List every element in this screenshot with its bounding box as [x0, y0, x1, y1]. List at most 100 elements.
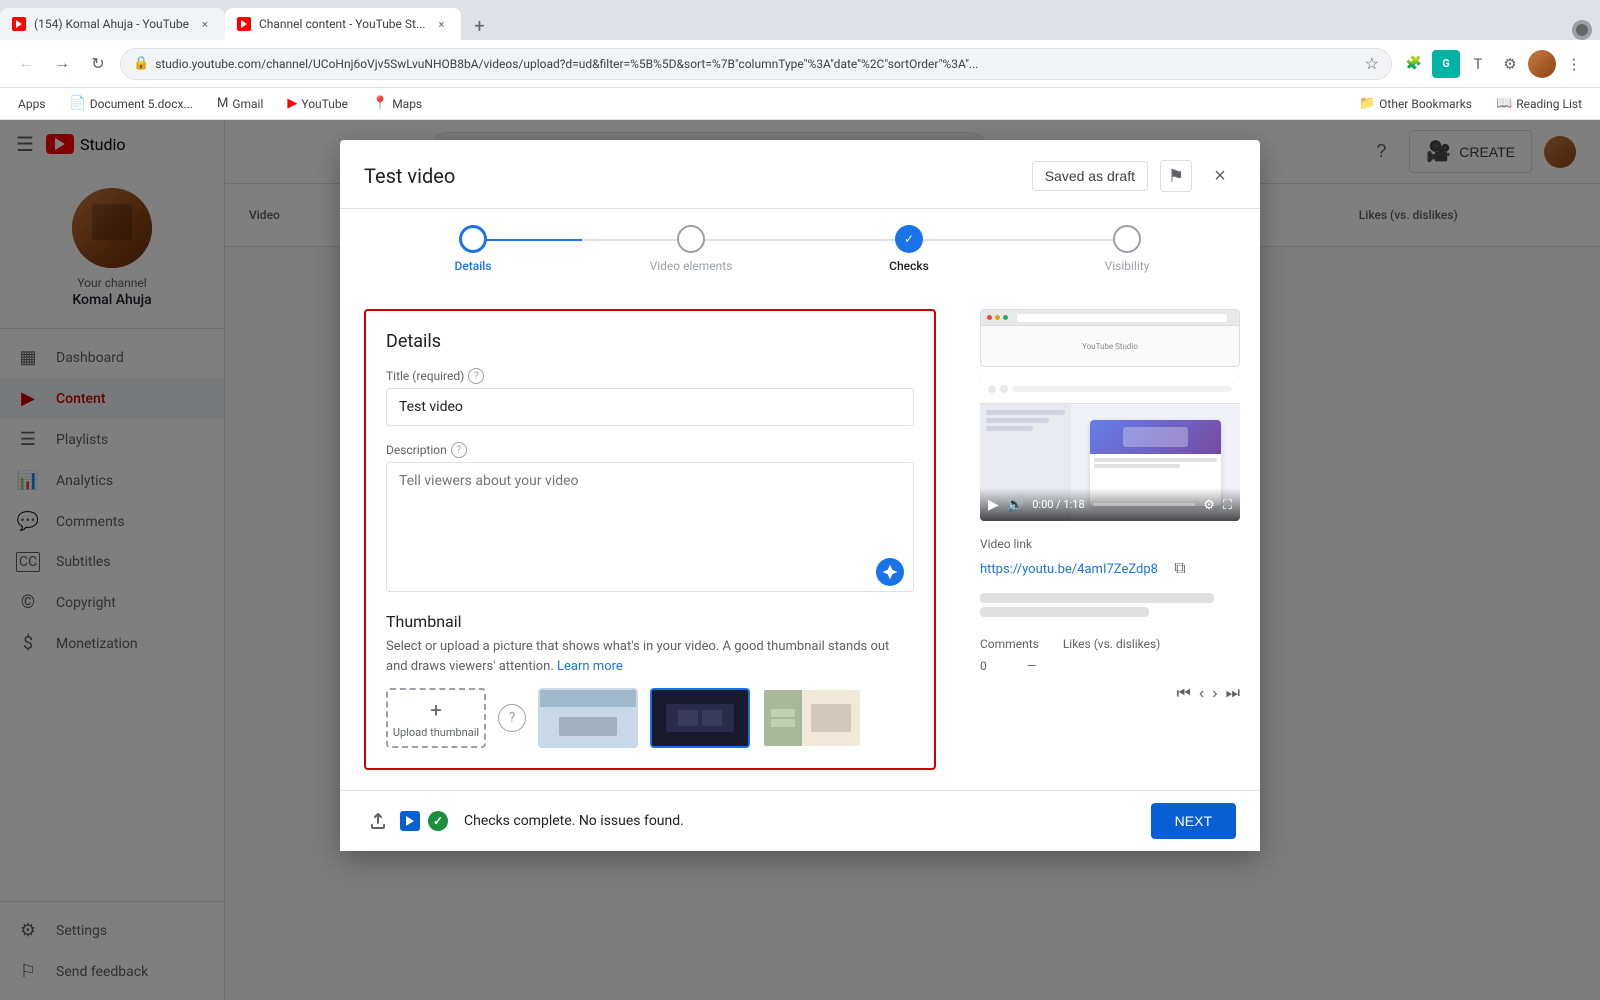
- step-label-checks: Checks: [889, 259, 929, 273]
- pagination-first[interactable]: ⏮: [1177, 685, 1191, 703]
- toolbar-icons: 🧩 G T ⚙ ⋮: [1400, 50, 1588, 78]
- description-textarea[interactable]: [386, 462, 914, 592]
- description-wrapper: [386, 462, 914, 596]
- description-label: Description: [386, 443, 447, 457]
- modal-body: Details Title (required) ? Description: [340, 289, 1260, 790]
- step-label-details: Details: [454, 259, 491, 273]
- blurred-bar-1: [980, 593, 1214, 603]
- video-time: 0:00 / 1:18: [1032, 498, 1084, 511]
- video-link-row: https://youtu.be/4amI7ZeZdp8 ⧉: [980, 555, 1240, 583]
- flag-button[interactable]: ⚑: [1160, 160, 1192, 192]
- description-help-icon[interactable]: ?: [451, 442, 467, 458]
- copy-url-button[interactable]: ⧉: [1166, 555, 1194, 583]
- apps-label: Apps: [18, 97, 46, 111]
- volume-button[interactable]: 🔊: [1007, 496, 1024, 513]
- bookmark-gmail[interactable]: M Gmail: [211, 94, 269, 113]
- reading-list[interactable]: 📖 Reading List: [1490, 94, 1588, 113]
- step-circle-video-elements: [677, 225, 705, 253]
- user-avatar-browser[interactable]: [1528, 50, 1556, 78]
- studio-status-icon: [400, 811, 420, 831]
- right-col-comments: Comments: [980, 637, 1039, 651]
- upload-icon: +: [430, 698, 441, 722]
- browser-tab-1[interactable]: (154) Komal Ahuja - YouTube ×: [0, 8, 225, 40]
- check-status-icon: ✓: [428, 811, 448, 831]
- tab-2-close[interactable]: ×: [433, 16, 449, 32]
- fullscreen-button[interactable]: ⛶: [1223, 497, 1232, 513]
- thumbnail-title: Thumbnail: [386, 612, 914, 631]
- likes-dash: —: [1027, 659, 1036, 673]
- video-settings-button[interactable]: ⚙: [1203, 497, 1215, 513]
- settings-icon[interactable]: ⚙: [1496, 50, 1524, 78]
- pagination-prev[interactable]: ‹: [1199, 685, 1204, 703]
- title-input[interactable]: [386, 388, 914, 426]
- new-tab-button[interactable]: +: [465, 12, 493, 40]
- modal-header-right: Saved as draft ⚑ ×: [1032, 160, 1236, 192]
- step-checks[interactable]: ✓ Checks: [800, 225, 1018, 273]
- lock-icon: 🔒: [133, 56, 149, 71]
- bookmark-youtube[interactable]: ▶ YouTube: [281, 94, 354, 113]
- video-progress-bar[interactable]: [1093, 503, 1196, 506]
- bookmark-apps[interactable]: Apps: [12, 95, 52, 113]
- footer-status-text: Checks complete. No issues found.: [464, 813, 684, 829]
- upload-thumbnail-button[interactable]: + Upload thumbnail: [386, 688, 486, 748]
- pagination-last[interactable]: ⏭: [1226, 685, 1240, 703]
- title-help-icon[interactable]: ?: [468, 368, 484, 384]
- upload-label: Upload thumbnail: [393, 726, 479, 739]
- forward-button[interactable]: →: [48, 50, 76, 78]
- grammarly-icon[interactable]: G: [1432, 50, 1460, 78]
- thumbnail-preset-2[interactable]: [650, 688, 750, 748]
- step-circle-visibility: [1113, 225, 1141, 253]
- footer-status-icons: ✓ Checks complete. No issues found.: [364, 807, 684, 835]
- youtube-label: YouTube: [301, 97, 348, 111]
- step-visibility[interactable]: Visibility: [1018, 225, 1236, 273]
- extensions-icon[interactable]: 🧩: [1400, 50, 1428, 78]
- saved-as-draft-button[interactable]: Saved as draft: [1032, 161, 1148, 191]
- ai-assist-icon[interactable]: [876, 558, 904, 586]
- address-bar[interactable]: 🔒 studio.youtube.com/channel/UCoHnj6oVjv…: [120, 48, 1392, 80]
- maps-label: Maps: [392, 97, 422, 111]
- browser-tab-2[interactable]: Channel content - YouTube St... ×: [225, 8, 461, 40]
- modal-left: Details Title (required) ? Description: [340, 289, 960, 790]
- tab-1-title: (154) Komal Ahuja - YouTube: [34, 17, 189, 31]
- step-circle-checks: ✓: [895, 225, 923, 253]
- next-button[interactable]: NEXT: [1151, 803, 1236, 839]
- document-label: Document 5.docx...: [90, 97, 193, 111]
- thumbnail-preset-3[interactable]: [762, 688, 862, 748]
- nav-bar: ← → ↻ 🔒 studio.youtube.com/channel/UCoHn…: [0, 40, 1600, 88]
- bookmark-maps[interactable]: 📍 Maps: [366, 94, 428, 113]
- address-text: studio.youtube.com/channel/UCoHnj6oVjv5S…: [155, 57, 1358, 71]
- video-preview: YouTube Studio: [980, 309, 1240, 521]
- translate-icon[interactable]: T: [1464, 50, 1492, 78]
- tab-bar: (154) Komal Ahuja - YouTube × Channel co…: [0, 0, 1600, 40]
- details-section: Details Title (required) ? Description: [364, 309, 936, 770]
- upload-modal: Test video Saved as draft ⚑ × Details: [340, 140, 1260, 851]
- back-button[interactable]: ←: [12, 50, 40, 78]
- upload-status-icon: [364, 807, 392, 835]
- step-video-elements[interactable]: Video elements: [582, 225, 800, 273]
- video-controls: ▶ 🔊 0:00 / 1:18 ⚙ ⛶: [980, 488, 1240, 521]
- title-label: Title (required): [386, 369, 464, 383]
- blurred-bar-2: [980, 607, 1149, 617]
- star-icon[interactable]: ☆: [1365, 54, 1379, 73]
- stepper: Details Video elements ✓ Checks: [340, 209, 1260, 289]
- tab-1-close[interactable]: ×: [197, 16, 213, 32]
- other-bookmarks[interactable]: 📁 Other Bookmarks: [1353, 94, 1478, 113]
- pagination-next[interactable]: ›: [1212, 685, 1217, 703]
- step-details[interactable]: Details: [364, 225, 582, 273]
- gmail-label: Gmail: [232, 97, 263, 111]
- video-url-link[interactable]: https://youtu.be/4amI7ZeZdp8: [980, 562, 1158, 577]
- more-menu-icon[interactable]: ⋮: [1560, 50, 1588, 78]
- video-player[interactable]: ▶ 🔊 0:00 / 1:18 ⚙ ⛶: [980, 375, 1240, 521]
- modal-overlay[interactable]: Test video Saved as draft ⚑ × Details: [0, 120, 1600, 1000]
- modal-header: Test video Saved as draft ⚑ ×: [340, 140, 1260, 209]
- thumbnail-learn-more-link[interactable]: Learn more: [557, 659, 623, 674]
- play-button[interactable]: ▶: [988, 496, 999, 513]
- bookmark-document[interactable]: 📄 Document 5.docx...: [64, 94, 199, 113]
- refresh-button[interactable]: ↻: [84, 50, 112, 78]
- thumbnail-options: + Upload thumbnail ?: [386, 688, 914, 748]
- bookmarks-bar: Apps 📄 Document 5.docx... M Gmail ▶ YouT…: [0, 88, 1600, 120]
- thumbnail-help-icon[interactable]: ?: [498, 704, 526, 732]
- step-label-visibility: Visibility: [1105, 259, 1150, 273]
- modal-close-button[interactable]: ×: [1204, 160, 1236, 192]
- thumbnail-preset-1[interactable]: [538, 688, 638, 748]
